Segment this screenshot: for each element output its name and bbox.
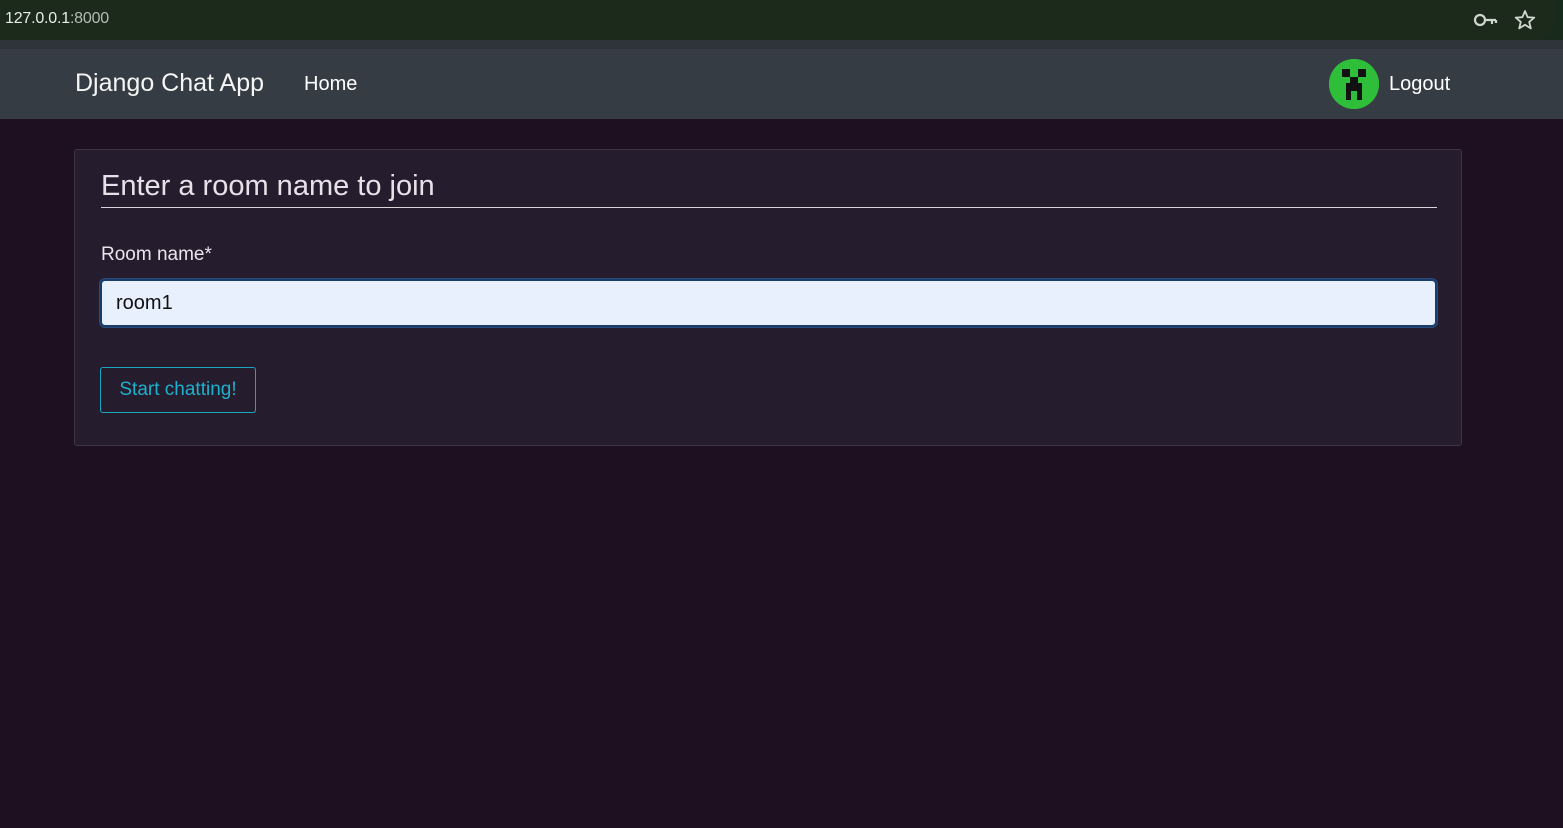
- url-port: :8000: [69, 10, 109, 27]
- star-icon[interactable]: [1514, 9, 1536, 31]
- creeper-avatar-icon: [1329, 59, 1379, 109]
- room-name-label: Room name*: [101, 244, 212, 265]
- key-icon[interactable]: [1473, 9, 1499, 31]
- navbar: Django Chat App Home Logout: [0, 49, 1563, 119]
- browser-address-bar: 127.0.0.1:8000: [0, 0, 1563, 40]
- logout-link[interactable]: Logout: [1389, 73, 1450, 96]
- start-chatting-button[interactable]: Start chatting!: [100, 367, 256, 413]
- navbar-brand[interactable]: Django Chat App: [75, 69, 264, 98]
- join-room-card: Enter a room name to join Room name* Sta…: [74, 149, 1462, 446]
- address-bar-field[interactable]: 127.0.0.1:8000: [0, 0, 1556, 40]
- page-title: Enter a room name to join: [101, 170, 1437, 208]
- browser-toolbar-strip: [0, 40, 1563, 49]
- url-text[interactable]: 127.0.0.1:8000: [5, 10, 109, 28]
- avatar[interactable]: [1329, 59, 1379, 109]
- room-name-input[interactable]: [100, 279, 1437, 327]
- url-host: 127.0.0.1: [5, 10, 70, 27]
- nav-link-home[interactable]: Home: [304, 73, 357, 96]
